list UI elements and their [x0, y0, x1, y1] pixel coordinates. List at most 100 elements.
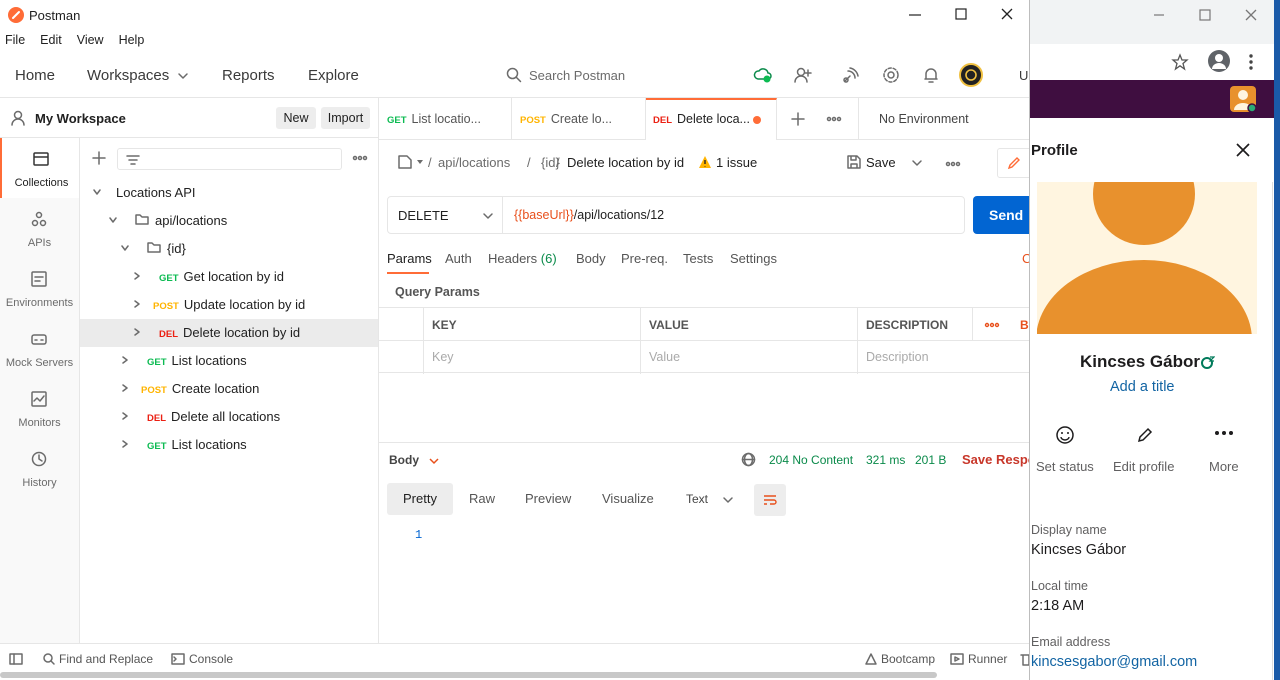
request-more-icon[interactable] — [945, 159, 961, 169]
profile-header: Profile — [1030, 118, 1280, 182]
sidebar-toggle-icon[interactable] — [9, 652, 23, 666]
tree-folder-id[interactable]: {id} — [120, 235, 186, 263]
browser-account-icon[interactable] — [1208, 50, 1230, 72]
breadcrumb-folder[interactable]: api/locations — [438, 155, 510, 170]
star-icon[interactable] — [1171, 53, 1189, 71]
sidebar-item-mock-servers[interactable]: Mock Servers — [0, 318, 79, 378]
upgrade-button[interactable]: U — [1019, 68, 1028, 83]
tree-request-list-locations[interactable]: GET List locations — [120, 347, 247, 375]
environment-selector[interactable]: No Environment — [879, 112, 969, 126]
bootcamp-button[interactable]: Bootcamp — [881, 652, 935, 666]
tree-folder-api-locations[interactable]: api/locations — [108, 207, 227, 235]
tab-headers[interactable]: Headers (6) — [488, 251, 557, 266]
nav-workspaces[interactable]: Workspaces — [87, 67, 169, 84]
user-avatar-icon[interactable] — [959, 63, 983, 87]
request-title[interactable]: Delete location by id — [567, 155, 684, 170]
save-button[interactable]: Save — [866, 155, 896, 170]
tab-prerequest[interactable]: Pre-req. — [621, 251, 668, 266]
filter-input[interactable] — [117, 148, 342, 170]
column-options-icon[interactable] — [984, 321, 1000, 329]
menu-help[interactable]: Help — [119, 33, 145, 47]
save-chevron-icon[interactable] — [911, 158, 923, 168]
response-tab-raw[interactable]: Raw — [469, 491, 495, 506]
email-link[interactable]: kincsesgabor@gmail.com — [1031, 654, 1197, 670]
invite-user-icon[interactable] — [793, 65, 813, 85]
sidebar-item-environments[interactable]: Environments — [0, 258, 79, 318]
satellite-icon[interactable] — [841, 65, 861, 85]
new-tab-plus-icon[interactable] — [791, 112, 805, 126]
kebab-menu-icon[interactable] — [1248, 53, 1254, 71]
gear-icon[interactable] — [881, 65, 901, 85]
tree-request-delete-all-locations[interactable]: DEL Delete all locations — [120, 403, 280, 431]
url-path: /api/locations/12 — [573, 208, 665, 222]
add-title-link[interactable]: Add a title — [1110, 379, 1175, 395]
tab-more-icon[interactable] — [826, 114, 842, 124]
edit-button[interactable] — [997, 148, 1029, 178]
sidebar-item-history[interactable]: History — [0, 438, 79, 498]
more-button[interactable]: More — [1198, 420, 1258, 480]
collection-tree: Locations API api/locations {id} GET Get … — [80, 98, 379, 643]
slack-user-avatar-icon[interactable] — [1230, 86, 1256, 112]
edit-profile-button[interactable]: Edit profile — [1108, 420, 1184, 480]
nav-home[interactable]: Home — [15, 67, 55, 84]
tab-body[interactable]: Body — [576, 251, 606, 266]
sidebar-item-collections[interactable]: Collections — [0, 138, 79, 198]
close-window-icon[interactable] — [1244, 8, 1258, 22]
response-tab-pretty[interactable]: Pretty — [387, 483, 453, 515]
tree-request-update-location[interactable]: POST Update location by id — [132, 291, 305, 319]
local-time-label: Local time — [1031, 579, 1088, 593]
bell-icon[interactable] — [921, 65, 941, 85]
sync-cloud-icon[interactable] — [753, 65, 773, 85]
tab-delete-location[interactable]: DEL Delete loca... — [646, 98, 777, 140]
method-select[interactable]: DELETE — [398, 208, 449, 223]
save-response-button[interactable]: Save Respo — [962, 452, 1029, 467]
response-tab-preview[interactable]: Preview — [525, 491, 571, 506]
maximize-icon[interactable] — [1198, 8, 1212, 22]
tree-request-create-location[interactable]: POST Create location — [120, 375, 259, 403]
tree-request-delete-location[interactable]: DEL Delete location by id — [132, 319, 300, 347]
maximize-icon[interactable] — [953, 6, 969, 22]
issues-link[interactable]: 1 issue — [716, 155, 757, 170]
tab-cookies[interactable]: C — [1022, 251, 1029, 266]
tree-collection-locations-api[interactable]: Locations API — [92, 179, 196, 207]
tab-params[interactable]: Params — [387, 251, 432, 266]
request-tab-bar: GET List locatio... POST Create lo... DEL D… — [379, 98, 1029, 140]
search-postman-input[interactable]: Search Postman — [529, 68, 625, 83]
minimize-icon[interactable] — [1152, 8, 1166, 22]
response-body-label[interactable]: Body — [389, 453, 419, 467]
set-status-button[interactable]: Set status — [1030, 420, 1100, 480]
sidebar-item-apis[interactable]: APIs — [0, 198, 79, 258]
add-collection-icon[interactable] — [92, 151, 106, 165]
tree-request-list-locations-2[interactable]: GET List locations — [120, 431, 247, 459]
console-button[interactable]: Console — [189, 652, 233, 666]
close-window-icon[interactable] — [999, 6, 1015, 22]
description-input[interactable]: Description — [866, 350, 929, 364]
sidebar-item-monitors[interactable]: Monitors — [0, 378, 79, 438]
tree-request-get-location[interactable]: GET Get location by id — [132, 263, 284, 291]
tab-create-location[interactable]: POST Create lo... — [512, 98, 646, 140]
find-replace-button[interactable]: Find and Replace — [59, 652, 153, 666]
nav-explore[interactable]: Explore — [308, 67, 359, 84]
bulk-edit-link[interactable]: Bu — [1020, 318, 1029, 332]
more-options-icon[interactable] — [352, 152, 368, 164]
tab-tests[interactable]: Tests — [683, 251, 713, 266]
trash-icon[interactable] — [1020, 652, 1029, 666]
menu-view[interactable]: View — [77, 33, 104, 47]
horizontal-scrollbar[interactable] — [0, 672, 937, 678]
send-button[interactable]: Send — [973, 196, 1029, 234]
url-input[interactable]: {{baseUrl}}/api/locations/12 — [514, 208, 664, 222]
value-input[interactable]: Value — [649, 350, 680, 364]
runner-button[interactable]: Runner — [968, 652, 1007, 666]
close-icon[interactable] — [1235, 142, 1251, 158]
nav-reports[interactable]: Reports — [222, 67, 275, 84]
wrap-lines-button[interactable] — [754, 484, 786, 516]
menu-file[interactable]: File — [5, 33, 25, 47]
menu-edit[interactable]: Edit — [40, 33, 62, 47]
key-input[interactable]: Key — [432, 350, 454, 364]
response-tab-visualize[interactable]: Visualize — [602, 491, 654, 506]
tab-list-locations[interactable]: GET List locatio... — [379, 98, 512, 140]
response-format-select[interactable]: Text — [686, 492, 708, 506]
tab-auth[interactable]: Auth — [445, 251, 472, 266]
minimize-icon[interactable] — [907, 6, 923, 22]
tab-settings[interactable]: Settings — [730, 251, 777, 266]
